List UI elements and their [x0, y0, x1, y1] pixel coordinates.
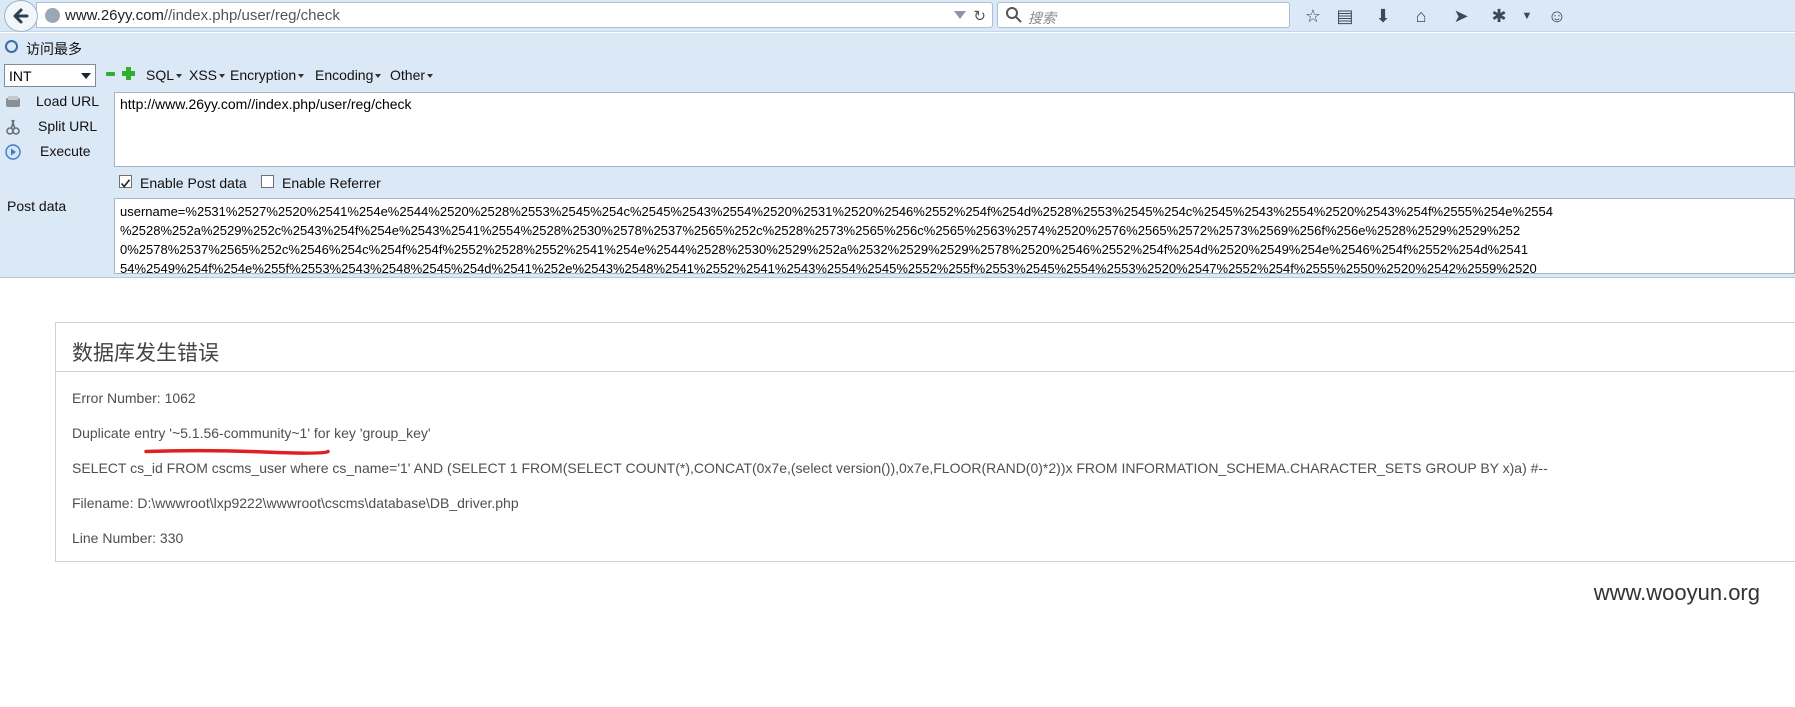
error-title: 数据库发生错误 — [72, 341, 219, 365]
menu-label: Encoding — [315, 67, 374, 83]
load-url-label: Load URL — [36, 93, 100, 109]
post-data-line: %2528%252a%2529%252c%2543%254f%254e%2543… — [120, 223, 1521, 238]
menu-label: Encryption — [230, 67, 297, 83]
back-button[interactable] — [4, 0, 38, 32]
execute-icon — [5, 144, 21, 160]
error-line-number: Line Number: 330 — [72, 530, 184, 546]
search-icon — [1006, 7, 1022, 23]
error-filename: Filename: D:\wwwroot\lxp9222\wwwroot\csc… — [72, 495, 519, 511]
scissors-icon — [6, 119, 20, 135]
enable-referrer-label[interactable]: Enable Referrer — [282, 175, 381, 191]
chevron-down-icon — [81, 73, 91, 79]
bookmark-star-icon[interactable]: ☆ — [1301, 4, 1325, 28]
minus-icon[interactable] — [106, 72, 115, 76]
url-bar[interactable]: www.26yy.com//index.php/user/reg/check ↻ — [36, 2, 993, 28]
load-url-button[interactable]: Load URL — [0, 91, 110, 113]
url-path: //index.php/user/reg/check — [163, 7, 340, 24]
most-visited-bookmark[interactable]: 访问最多 — [26, 39, 82, 59]
execute-label: Execute — [40, 143, 91, 159]
back-arrow-icon — [13, 8, 29, 24]
enable-referrer-checkbox[interactable] — [261, 175, 274, 188]
globe-icon — [45, 8, 60, 23]
caret-icon — [219, 74, 226, 79]
bookmarks-toolbar: 访问最多 — [0, 33, 1795, 61]
split-url-label: Split URL — [38, 118, 98, 134]
firebug-icon[interactable]: ✱ — [1487, 4, 1511, 28]
url-host: www.26yy.com — [65, 7, 164, 24]
post-data-line: 54%2549%254f%254e%255f%2553%2543%2548%25… — [120, 261, 1537, 274]
error-sql-query: SELECT cs_id FROM cscms_user where cs_na… — [72, 460, 1548, 476]
reload-icon[interactable]: ↻ — [973, 7, 986, 25]
error-number: Error Number: 1062 — [72, 390, 196, 406]
menu-xss[interactable]: XSS — [189, 67, 226, 83]
home-icon[interactable]: ⌂ — [1409, 4, 1433, 28]
menu-label: SQL — [146, 67, 175, 83]
history-dropdown-icon[interactable] — [954, 11, 966, 19]
type-select-value: INT — [9, 68, 32, 84]
split-url-button[interactable]: Split URL — [0, 116, 110, 138]
caret-icon — [176, 74, 183, 79]
navigation-toolbar: www.26yy.com//index.php/user/reg/check ↻… — [0, 0, 1795, 32]
plus-icon[interactable] — [122, 67, 135, 80]
load-url-icon — [6, 96, 20, 107]
red-underline-annotation — [144, 448, 330, 455]
post-data-label: Post data — [7, 198, 67, 214]
menu-encoding[interactable]: Encoding — [315, 67, 382, 83]
downloads-icon[interactable]: ⬇ — [1371, 4, 1395, 28]
bookmarks-menu-icon[interactable]: ▤ — [1333, 4, 1357, 28]
checkmark-icon — [120, 179, 131, 188]
enable-post-label[interactable]: Enable Post data — [140, 175, 247, 191]
execute-button[interactable]: Execute — [0, 141, 110, 163]
type-select[interactable]: INT — [4, 64, 96, 87]
menu-other[interactable]: Other — [390, 67, 434, 83]
url-textarea-value: http://www.26yy.com//index.php/user/reg/… — [120, 96, 412, 112]
error-duplicate-entry: Duplicate entry '~5.1.56-community~1' fo… — [72, 425, 431, 441]
caret-icon — [298, 74, 305, 79]
post-data-textarea[interactable]: username=%2531%2527%2520%2541%254e%2544%… — [114, 198, 1795, 274]
menu-label: XSS — [189, 67, 218, 83]
url-textarea[interactable]: http://www.26yy.com//index.php/user/reg/… — [114, 92, 1795, 167]
most-visited-icon — [5, 40, 18, 53]
send-icon[interactable]: ➤ — [1449, 4, 1473, 28]
chevron-down-icon[interactable]: ▼ — [1515, 4, 1539, 28]
caret-icon — [427, 74, 434, 79]
hackbar-panel: INT SQL XSS Encryption Encoding Other Lo… — [0, 61, 1795, 278]
menu-sql[interactable]: SQL — [146, 67, 183, 83]
error-divider — [56, 371, 1795, 372]
search-placeholder: 搜索 — [1028, 10, 1056, 26]
caret-icon — [375, 74, 382, 79]
url-text[interactable]: www.26yy.com//index.php/user/reg/check — [65, 7, 340, 24]
menu-encryption[interactable]: Encryption — [230, 67, 305, 83]
watermark: www.wooyun.org — [1593, 580, 1760, 605]
chat-icon[interactable]: ☺ — [1545, 4, 1569, 28]
database-error-box: 数据库发生错误 Error Number: 1062 Duplicate ent… — [55, 322, 1795, 562]
search-bar[interactable]: 搜索 — [997, 2, 1290, 28]
enable-post-checkbox[interactable] — [119, 175, 132, 188]
post-data-line: username=%2531%2527%2520%2541%254e%2544%… — [120, 204, 1553, 219]
post-data-line: 0%2578%2537%2565%252c%2546%254c%254f%254… — [120, 242, 1529, 257]
menu-label: Other — [390, 67, 426, 83]
